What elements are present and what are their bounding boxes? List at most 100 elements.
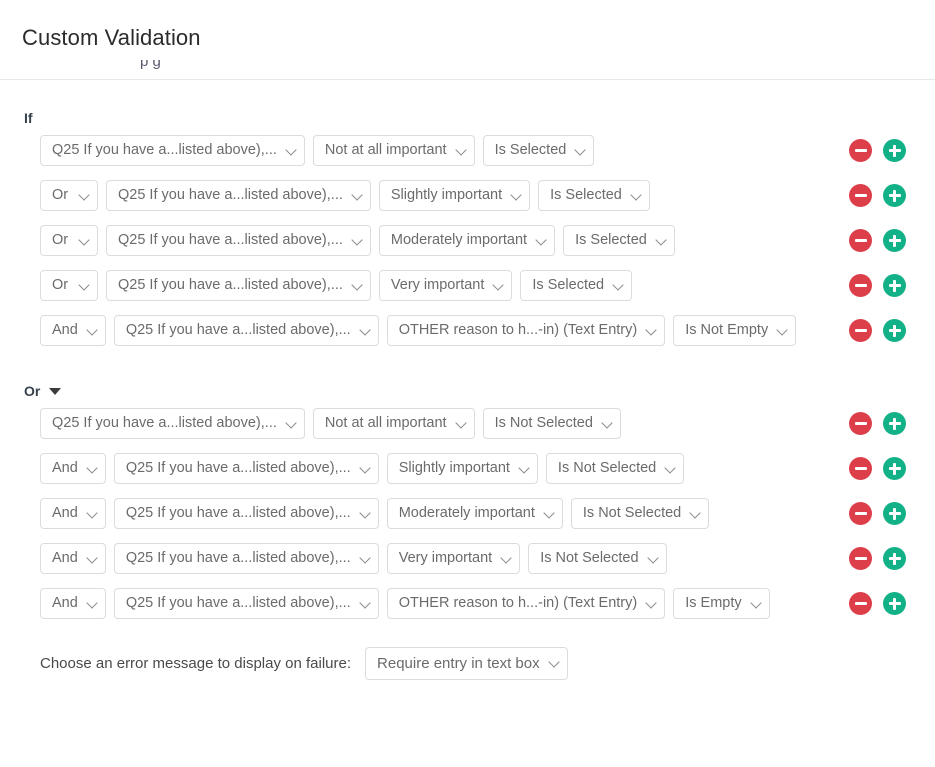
conjunction-select[interactable]: Or (40, 270, 98, 301)
chevron-down-icon (689, 506, 701, 519)
choice-select[interactable]: Moderately important (378, 225, 556, 256)
group-logic-label[interactable]: Or (0, 381, 935, 401)
conjunction-select[interactable]: And (40, 588, 106, 619)
row-actions (849, 139, 935, 162)
add-circle-icon[interactable] (883, 229, 906, 252)
remove-circle-icon[interactable] (849, 229, 872, 252)
add-circle-icon[interactable] (883, 457, 906, 480)
remove-circle-icon[interactable] (849, 592, 872, 615)
operator-select-value: Is Selected (550, 187, 622, 203)
choice-select[interactable]: Moderately important (386, 498, 563, 529)
chevron-down-icon (500, 551, 512, 564)
add-circle-icon[interactable] (883, 139, 906, 162)
question-select[interactable]: Q25 If you have a...listed above),... (113, 498, 379, 529)
row-actions (849, 502, 935, 525)
choice-select[interactable]: Slightly important (378, 180, 531, 211)
remove-circle-icon[interactable] (849, 547, 872, 570)
question-select[interactable]: Q25 If you have a...listed above),... (106, 270, 371, 301)
minus-bar (854, 284, 867, 287)
minus-bar (854, 422, 867, 425)
chevron-down-icon (359, 506, 371, 519)
operator-select[interactable]: Is Selected (520, 270, 633, 301)
question-select[interactable]: Q25 If you have a...listed above),... (113, 315, 379, 346)
choice-select[interactable]: Very important (378, 270, 513, 301)
operator-select[interactable]: Is Not Empty (673, 315, 797, 346)
operator-select[interactable]: Is Not Selected (482, 408, 621, 439)
choice-select[interactable]: Not at all important (312, 408, 475, 439)
question-select-value: Q25 If you have a...listed above),... (52, 415, 277, 431)
remove-circle-icon[interactable] (849, 274, 872, 297)
remove-circle-icon[interactable] (849, 184, 872, 207)
conjunction-select[interactable]: And (40, 543, 106, 574)
conjunction-select-value: And (52, 505, 78, 521)
minus-bar (854, 467, 867, 470)
question-select[interactable]: Q25 If you have a...listed above),... (113, 543, 379, 574)
condition-row: Q25 If you have a...listed above),... Not… (0, 128, 935, 173)
question-select[interactable]: Q25 If you have a...listed above),... (106, 225, 371, 256)
question-select-value: Q25 If you have a...listed above),... (125, 505, 351, 521)
row-actions (849, 592, 935, 615)
chevron-down-icon (78, 188, 90, 201)
add-circle-icon[interactable] (883, 592, 906, 615)
operator-select[interactable]: Is Selected (482, 135, 595, 166)
condition-groups: If Q25 If you have a...listed above),... N… (0, 108, 935, 626)
choice-select[interactable]: OTHER reason to h...-in) (Text Entry) (386, 588, 666, 619)
conjunction-select-value: Or (52, 232, 69, 248)
remove-circle-icon[interactable] (849, 319, 872, 342)
add-circle-icon[interactable] (883, 319, 906, 342)
question-select[interactable]: Q25 If you have a...listed above),... (113, 453, 379, 484)
group-logic-label-text: Or (24, 383, 41, 399)
conjunction-select[interactable]: And (40, 453, 106, 484)
add-circle-icon[interactable] (883, 547, 906, 570)
plus-bar-v (893, 279, 896, 292)
remove-circle-icon[interactable] (849, 502, 872, 525)
group-logic-label: If (0, 108, 935, 128)
remove-circle-icon[interactable] (849, 457, 872, 480)
conjunction-select[interactable]: And (40, 315, 106, 346)
choice-select[interactable]: Very important (386, 543, 521, 574)
chevron-down-icon (645, 596, 657, 609)
conjunction-select-value: And (52, 460, 78, 476)
operator-select[interactable]: Is Not Selected (570, 498, 710, 529)
chevron-down-icon (601, 416, 613, 429)
operator-select[interactable]: Is Selected (538, 180, 650, 211)
choice-select-value: Not at all important (324, 415, 447, 431)
operator-select-value: Is Not Empty (685, 322, 769, 338)
conjunction-select[interactable]: And (40, 498, 106, 529)
add-circle-icon[interactable] (883, 184, 906, 207)
question-select-value: Q25 If you have a...listed above),... (52, 142, 277, 158)
clipped-text-line: p g (140, 60, 161, 70)
plus-bar-v (893, 417, 896, 430)
question-select[interactable]: Q25 If you have a...listed above),... (106, 180, 371, 211)
minus-bar (854, 239, 867, 242)
operator-select[interactable]: Is Selected (563, 225, 675, 256)
add-circle-icon[interactable] (883, 502, 906, 525)
row-actions (849, 229, 935, 252)
operator-select[interactable]: Is Not Selected (528, 543, 667, 574)
error-message-row: Choose an error message to display on fa… (0, 640, 935, 686)
chevron-down-icon (543, 506, 555, 519)
question-select[interactable]: Q25 If you have a...listed above),... (113, 588, 379, 619)
remove-circle-icon[interactable] (849, 412, 872, 435)
operator-select[interactable]: Is Empty (673, 588, 770, 619)
condition-row: And Q25 If you have a...listed above),...… (0, 536, 935, 581)
choice-select[interactable]: Not at all important (312, 135, 475, 166)
add-circle-icon[interactable] (883, 274, 906, 297)
remove-circle-icon[interactable] (849, 139, 872, 162)
condition-row: And Q25 If you have a...listed above),...… (0, 491, 935, 536)
chevron-down-icon (359, 596, 371, 609)
chevron-down-icon (547, 656, 560, 668)
operator-select[interactable]: Is Not Selected (545, 453, 685, 484)
choice-select[interactable]: OTHER reason to h...-in) (Text Entry) (386, 315, 666, 346)
conjunction-select[interactable]: Or (40, 180, 98, 211)
error-message-select[interactable]: Require entry in text box (365, 646, 568, 680)
question-select[interactable]: Q25 If you have a...listed above),... (40, 135, 305, 166)
question-select-value: Q25 If you have a...listed above),... (118, 187, 343, 203)
caret-down-solid-icon[interactable] (49, 387, 62, 395)
plus-bar-v (893, 507, 896, 520)
conjunction-select[interactable]: Or (40, 225, 98, 256)
choice-select[interactable]: Slightly important (386, 453, 538, 484)
add-circle-icon[interactable] (883, 412, 906, 435)
question-select[interactable]: Q25 If you have a...listed above),... (40, 408, 305, 439)
